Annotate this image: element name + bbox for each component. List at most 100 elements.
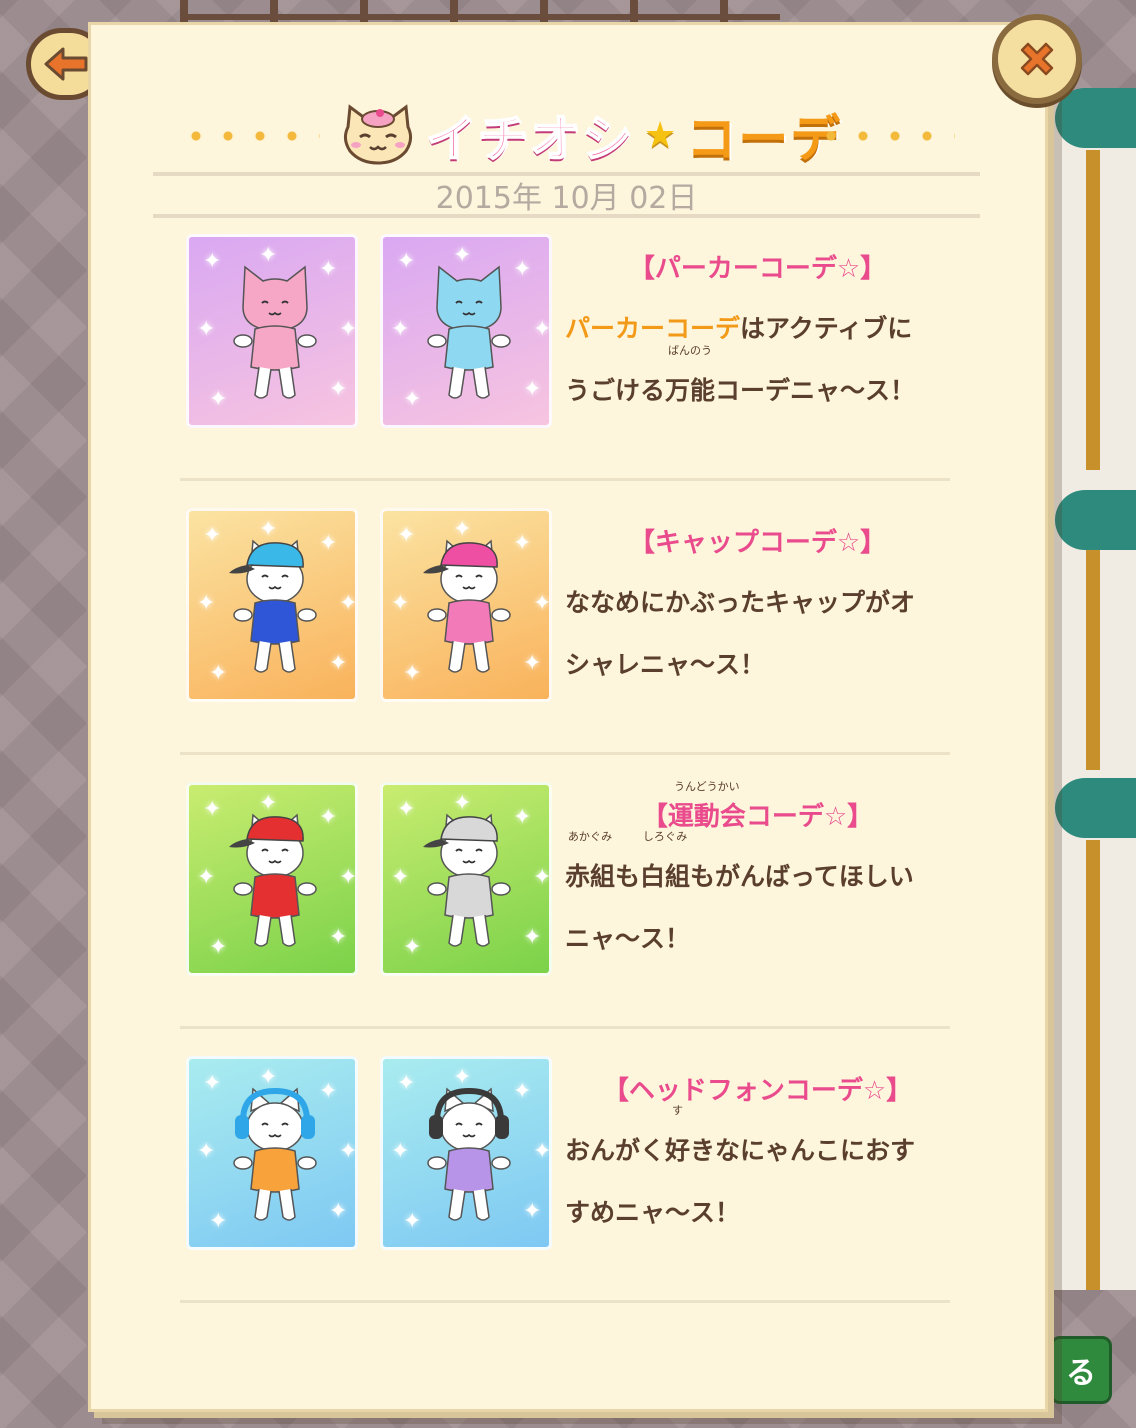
sparkle-icon: ✦: [397, 797, 416, 822]
sparkle-icon: ✦: [329, 377, 348, 402]
sparkle-icon: ✦: [397, 249, 416, 274]
blue-hoodie-cat-icon: [427, 265, 511, 399]
outfit-image-blue-headphones[interactable]: ✦ ✦ ✦ ✦ ✦ ✦ ✦: [186, 1056, 358, 1250]
outfit-image-blue-hoodie[interactable]: ✦ ✦ ✦ ✦ ✦ ✦ ✦: [380, 234, 552, 428]
ruby-reading: あかぐみ: [567, 830, 613, 843]
outfit-image-red-cap[interactable]: ✦ ✦ ✦ ✦ ✦ ✦ ✦: [186, 782, 358, 976]
cat-face-icon: [343, 104, 413, 165]
ruby-base: 好: [665, 1136, 691, 1165]
close-x-icon: [1020, 42, 1054, 76]
outfit-image-pink-cap[interactable]: ✦ ✦ ✦ ✦ ✦ ✦ ✦: [380, 508, 552, 702]
white-cap-cat-icon: [423, 813, 511, 947]
divider: [180, 1300, 950, 1303]
ruby-reading: うんどうかい: [674, 780, 740, 793]
background-green-button[interactable]: る: [1050, 1336, 1112, 1404]
background-pole: [1086, 150, 1100, 470]
outfit-entry-cap: ✦ ✦ ✦ ✦ ✦ ✦ ✦ ✦ ✦ ✦ ✦ ✦ ✦ ✦ 【キャップコーデ☆】 な…: [180, 508, 950, 768]
outfit-image-pink-hoodie[interactable]: ✦ ✦ ✦ ✦ ✦ ✦ ✦: [186, 234, 358, 428]
background-awning: [1055, 88, 1136, 148]
ruby-word: しろぐみ 白組: [640, 830, 690, 908]
entry-description: ななめにかぶったキャップがオ シャレニャ〜ス！: [565, 572, 950, 696]
ruby-word: ばんのう 万能: [665, 344, 716, 422]
sparkle-icon: ✦: [203, 1071, 222, 1096]
sparkle-icon: ✦: [329, 651, 348, 676]
desc-text: すめニャ〜ス！: [565, 1198, 741, 1227]
sparkle-icon: ✦: [197, 591, 216, 616]
ruby-base: 赤組: [565, 862, 616, 891]
entry-description: パーカーコーデはアクティブに うごける ばんのう 万能コーデニャ〜ス！: [565, 298, 950, 422]
desc-text: はアクティブに: [740, 314, 913, 343]
divider: [180, 1026, 950, 1029]
blue-cap-cat-icon: [229, 539, 317, 673]
sparkle-icon: ✦: [339, 591, 358, 616]
desc-text: うごける: [565, 376, 666, 405]
desc-text: シャレニャ〜ス！: [565, 650, 766, 679]
sparkle-icon: ✦: [523, 651, 542, 676]
sparkle-icon: ✦: [397, 1071, 416, 1096]
sparkle-icon: ✦: [523, 925, 542, 950]
sparkle-icon: ✦: [203, 797, 222, 822]
divider: [180, 752, 950, 755]
sparkle-icon: ✦: [197, 1139, 216, 1164]
highlight-text: パーカーコーデ: [565, 314, 741, 343]
background-pole: [1086, 550, 1100, 770]
ruby-base: 万能: [665, 376, 716, 405]
sparkle-icon: ✦: [533, 591, 552, 616]
sparkle-icon: ✦: [523, 1199, 542, 1224]
desc-text: もがんばってほしい: [690, 862, 914, 891]
entry-title: 【うんどうかい 運動会コーデ☆】: [565, 780, 950, 833]
ruby-word: あかぐみ 赤組: [565, 830, 616, 908]
sparkle-icon: ✦: [391, 1139, 410, 1164]
entry-title: 【パーカーコーデ☆】: [628, 254, 887, 284]
background-awning: [1055, 490, 1136, 550]
entry-description: あかぐみ赤組も しろぐみ 白組もがんばってほしい ニャ〜ス！: [565, 830, 950, 970]
outfit-entry-sports-day: ✦ ✦ ✦ ✦ ✦ ✦ ✦ ✦ ✦ ✦ ✦ ✦ ✦ ✦ 【 うんどうかい 運動会…: [180, 780, 950, 1042]
background-button-label: る: [1066, 1356, 1096, 1391]
desc-text: きなにゃんこにおす: [690, 1136, 916, 1165]
sparkle-icon: ✦: [339, 865, 358, 890]
blue-headphone-cat-icon: [233, 1087, 317, 1221]
divider: [180, 478, 950, 481]
sparkle-icon: ✦: [203, 249, 222, 274]
outfit-entry-hoodie: ✦ ✦ ✦ ✦ ✦ ✦ ✦ ✦ ✦ ✦ ✦ ✦ ✦ ✦ 【パーカーコーデ☆】 パーカーコーデはアクティ: [180, 234, 950, 494]
sparkle-icon: ✦: [391, 865, 410, 890]
desc-text: も: [615, 862, 641, 891]
sparkle-icon: ✦: [533, 317, 552, 342]
ruby-word: す好: [665, 1104, 691, 1182]
desc-text: コーデニャ〜ス！: [715, 376, 916, 405]
outfit-entry-headphones: ✦ ✦ ✦ ✦ ✦ ✦ ✦ ✦ ✦ ✦ ✦ ✦ ✦ ✦ 【ヘッドフォンコーデ☆】…: [180, 1056, 950, 1316]
sparkle-icon: ✦: [203, 523, 222, 548]
desc-text: ニャ〜ス！: [565, 924, 691, 953]
close-button[interactable]: [992, 14, 1082, 104]
outfit-image-black-headphones[interactable]: ✦ ✦ ✦ ✦ ✦ ✦ ✦: [380, 1056, 552, 1250]
pink-hoodie-cat-icon: [233, 265, 317, 399]
sparkle-icon: ✦: [391, 317, 410, 342]
sparkle-icon: ✦: [533, 865, 552, 890]
desc-text: おんがく: [565, 1136, 666, 1165]
background-awning: [1055, 778, 1136, 838]
ruby-reading: ばんのう: [668, 344, 713, 357]
sparkle-icon: ✦: [329, 925, 348, 950]
back-arrow-icon: [44, 47, 88, 81]
date-label: 2015年 10月 02日: [153, 172, 980, 218]
title-text: コーデ☆】: [745, 802, 874, 832]
sparkle-icon: ✦: [397, 523, 416, 548]
ruby-reading: しろぐみ: [642, 830, 688, 843]
red-cap-cat-icon: [229, 813, 317, 947]
decorative-dots: [180, 131, 320, 141]
background-pole: [1086, 840, 1100, 1290]
sparkle-icon: ✦: [197, 317, 216, 342]
black-headphone-cat-icon: [427, 1087, 511, 1221]
sparkle-icon: ✦: [329, 1199, 348, 1224]
sparkle-icon: ✦: [523, 377, 542, 402]
entry-description: おんがくす好きなにゃんこにおす すめニャ〜ス！: [565, 1104, 950, 1244]
title-part1: イチオシ: [425, 109, 634, 169]
background-fence-posts: [180, 0, 780, 22]
outfit-image-blue-cap[interactable]: ✦ ✦ ✦ ✦ ✦ ✦ ✦: [186, 508, 358, 702]
desc-text: ななめにかぶったキャップがオ: [565, 588, 916, 617]
title-star-icon: ★: [644, 114, 677, 156]
sparkle-icon: ✦: [339, 1139, 358, 1164]
entry-title: 【ヘッドフォンコーデ☆】: [602, 1076, 913, 1106]
sparkle-icon: ✦: [339, 317, 358, 342]
outfit-image-white-cap[interactable]: ✦ ✦ ✦ ✦ ✦ ✦ ✦: [380, 782, 552, 976]
